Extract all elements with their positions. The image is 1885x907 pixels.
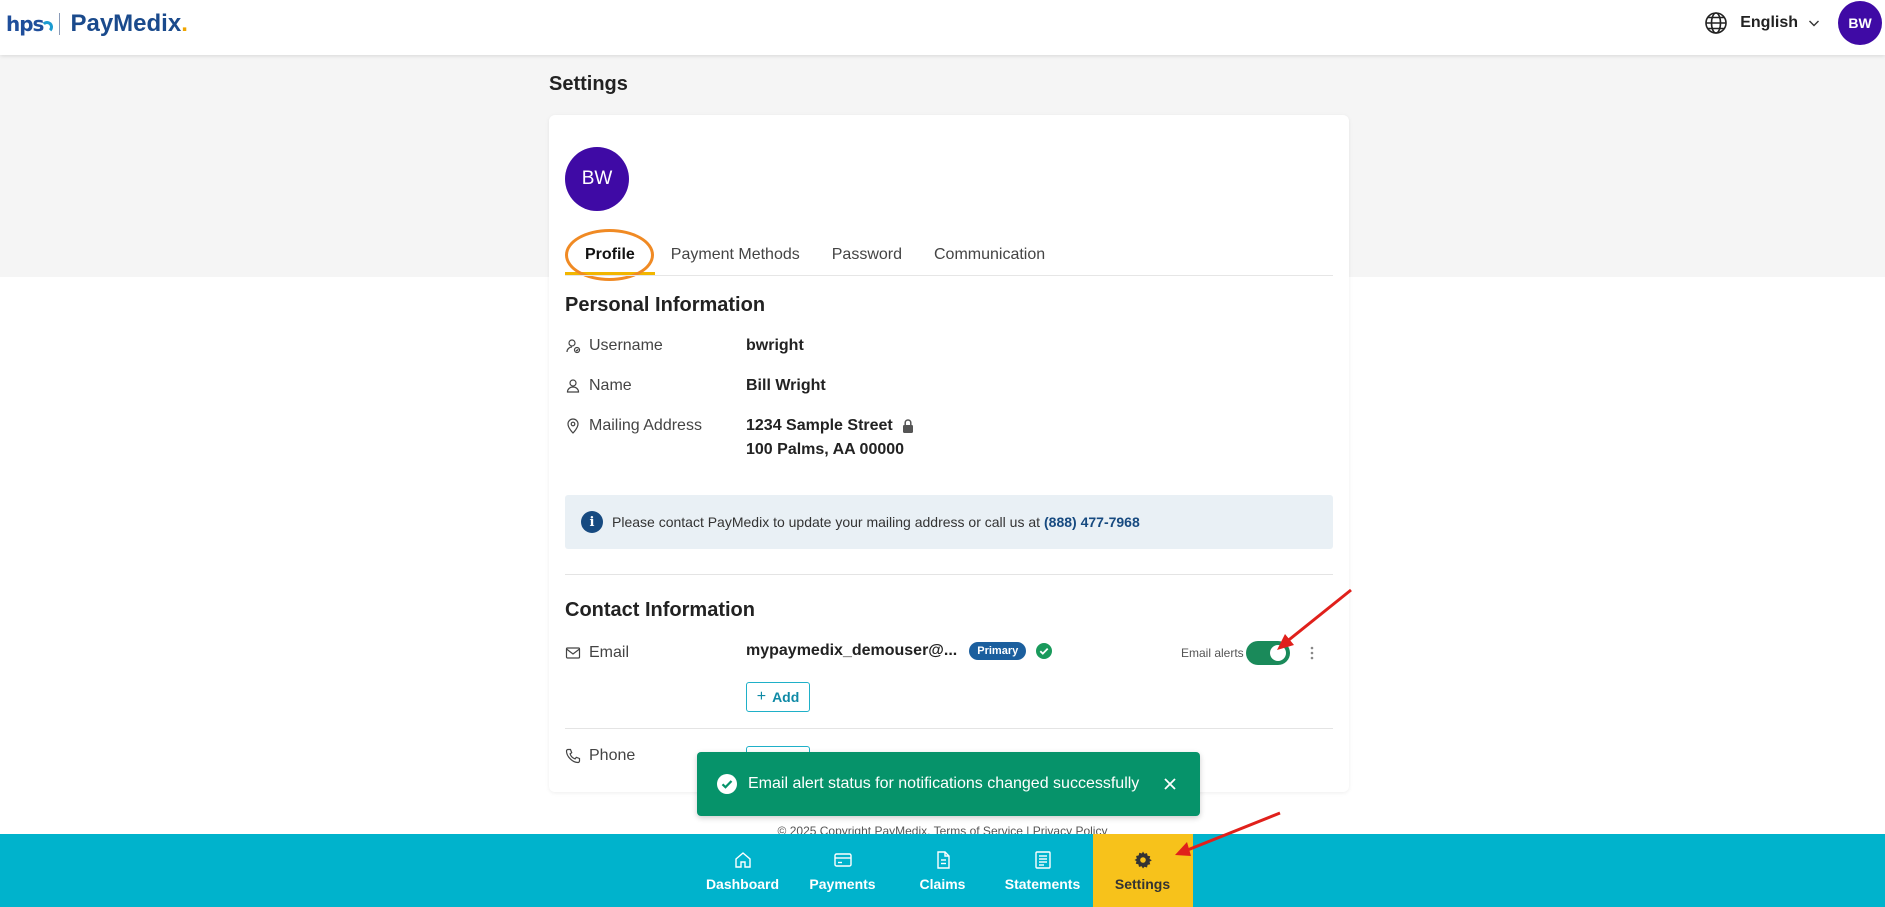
plus-icon: + <box>756 688 767 705</box>
notice-text: Please contact PayMedix to update your m… <box>612 514 1041 530</box>
user-avatar-menu[interactable]: BW <box>1838 0 1882 45</box>
statement-icon <box>1034 850 1051 869</box>
credit-card-icon <box>833 852 852 867</box>
primary-badge: Primary <box>969 642 1027 660</box>
chevron-down-icon[interactable] <box>1808 17 1820 29</box>
nav-dashboard[interactable]: Dashboard <box>693 834 793 907</box>
language-selector[interactable]: English <box>1740 14 1798 32</box>
envelope-icon <box>565 647 581 659</box>
user-icon <box>566 379 580 393</box>
document-icon <box>936 850 950 869</box>
tab-password[interactable]: Password <box>816 235 918 275</box>
personal-info-heading: Personal Information <box>565 294 766 316</box>
gear-icon <box>1134 851 1152 868</box>
address-line1-text: 1234 Sample Street <box>746 417 893 434</box>
lock-icon <box>902 419 913 433</box>
success-toast: Email alert status for notifications cha… <box>697 752 1200 816</box>
address-update-notice: i Please contact PayMedix to update your… <box>565 495 1333 549</box>
nav-dashboard-label: Dashboard <box>705 875 780 892</box>
phone-label: Phone <box>565 747 635 765</box>
email-value: mypaymedix_demouser@... <box>746 642 958 659</box>
nav-payments[interactable]: Payments <box>793 834 893 907</box>
tab-payment-methods[interactable]: Payment Methods <box>655 235 816 275</box>
logo-divider <box>59 13 61 35</box>
mailing-address-line1: 1234 Sample Street <box>746 417 915 435</box>
username-label: Username <box>565 337 663 355</box>
logo-swoosh-icon <box>41 21 54 33</box>
nav-payments-label: Payments <box>809 875 876 892</box>
section-divider <box>565 574 1333 575</box>
toggle-knob <box>1270 645 1286 661</box>
username-value: bwright <box>746 337 804 354</box>
profile-tab-annotation-circle <box>565 229 654 281</box>
settings-card: BW Profile Payment Methods Password Comm… <box>549 115 1349 792</box>
nav-claims[interactable]: Claims <box>893 834 993 907</box>
add-email-button[interactable]: + Add <box>746 682 810 712</box>
bottom-navigation: Dashboard Payments Claims Statements Set… <box>0 834 1885 907</box>
add-email-label: Add <box>772 689 800 705</box>
section-divider <box>565 728 1333 729</box>
logo-dot: . <box>181 10 188 37</box>
nav-claims-label: Claims <box>919 875 966 892</box>
name-label: Name <box>565 377 632 395</box>
profile-avatar: BW <box>565 147 629 211</box>
more-options-icon[interactable] <box>1304 645 1320 661</box>
home-icon <box>734 851 751 868</box>
paymedix-logo[interactable]: hps PayMedix. <box>6 10 188 38</box>
location-pin-icon <box>567 418 579 434</box>
tab-communication[interactable]: Communication <box>918 235 1061 275</box>
page-title: Settings <box>549 73 628 95</box>
email-row: mypaymedix_demouser@... Primary <box>746 642 1053 660</box>
check-circle-icon <box>717 774 737 794</box>
nav-statements-label: Statements <box>1004 875 1081 892</box>
mailing-address-label-text: Mailing Address <box>589 417 702 434</box>
phone-icon <box>565 748 581 764</box>
logo-hps-text: hps <box>6 12 44 36</box>
name-value: Bill Wright <box>746 377 826 394</box>
top-header: hps PayMedix. English BW <box>0 0 1885 55</box>
verified-check-icon <box>1036 643 1053 659</box>
name-label-text: Name <box>589 377 632 394</box>
email-alerts-label: Email alerts <box>1181 646 1244 660</box>
notice-phone-link[interactable]: (888) 477-7968 <box>1044 514 1140 530</box>
user-check-icon <box>566 339 581 354</box>
mailing-address-line2: 100 Palms, AA 00000 <box>746 441 905 458</box>
phone-label-text: Phone <box>589 747 636 764</box>
email-alerts-toggle[interactable] <box>1246 641 1290 665</box>
info-icon: i <box>581 511 603 533</box>
email-label-text: Email <box>589 644 630 661</box>
username-label-text: Username <box>589 337 663 354</box>
close-icon[interactable] <box>1162 776 1178 792</box>
globe-icon[interactable] <box>1704 11 1728 35</box>
tabs-divider <box>565 275 1333 276</box>
settings-tabs: Profile Payment Methods Password Communi… <box>565 229 1061 281</box>
nav-settings[interactable]: Settings <box>1092 834 1193 907</box>
mailing-address-label: Mailing Address <box>565 417 702 435</box>
contact-info-heading: Contact Information <box>565 599 755 621</box>
toast-message: Email alert status for notifications cha… <box>748 775 1140 792</box>
email-label: Email <box>565 644 629 662</box>
logo-name-text: PayMedix <box>70 10 182 37</box>
nav-statements[interactable]: Statements <box>993 834 1093 907</box>
nav-settings-label: Settings <box>1114 875 1171 892</box>
